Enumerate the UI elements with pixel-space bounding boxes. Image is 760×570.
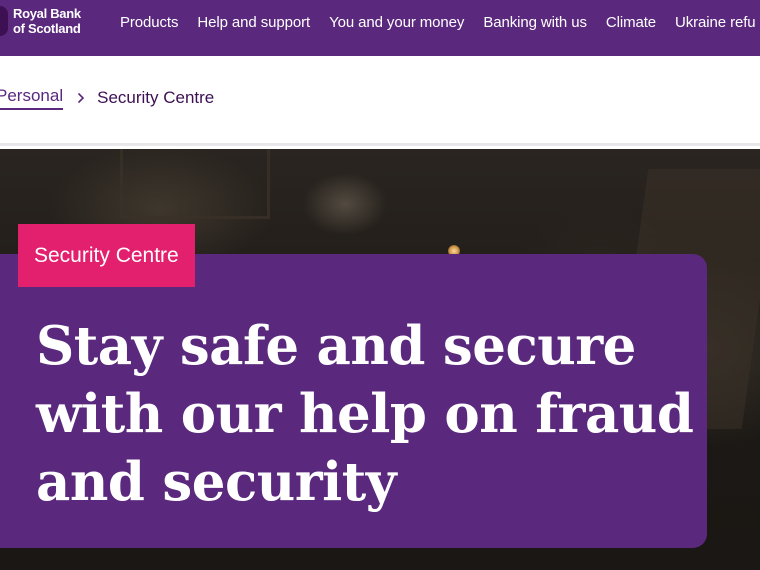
- chevron-right-icon: [77, 92, 85, 104]
- rbs-logo-link[interactable]: Royal Bank of Scotland: [0, 6, 81, 36]
- hero-banner: Security Centre Stay safe and secure wit…: [0, 149, 760, 570]
- nav-item-you-and-your-money[interactable]: You and your money: [329, 14, 464, 31]
- nav-item-products[interactable]: Products: [120, 14, 179, 31]
- nav-item-help-and-support[interactable]: Help and support: [197, 14, 310, 31]
- breadcrumb: Personal Security Centre: [0, 56, 760, 146]
- hero-background-frame: [120, 149, 270, 219]
- hero-title: Stay safe and secure with our help on fr…: [36, 315, 694, 513]
- main-nav-list: Products Help and support You and your m…: [120, 0, 760, 46]
- nav-item-ukraine-refugees[interactable]: Ukraine refu: [675, 14, 756, 31]
- rbs-logo-icon: [0, 6, 8, 36]
- breadcrumb-personal-link[interactable]: Personal: [0, 86, 64, 110]
- hero-tag-label: Security Centre: [18, 224, 195, 287]
- brand-line-2: of Scotland: [13, 21, 81, 36]
- hero-card: Stay safe and secure with our help on fr…: [0, 254, 707, 548]
- breadcrumb-current: Security Centre: [97, 88, 215, 107]
- top-navigation: Royal Bank of Scotland Products Help and…: [0, 0, 760, 56]
- brand-line-1: Royal Bank: [13, 6, 81, 21]
- nav-item-climate[interactable]: Climate: [606, 14, 656, 31]
- nav-item-banking-with-us[interactable]: Banking with us: [483, 14, 587, 31]
- breadcrumb-trail: Personal Security Centre: [0, 86, 214, 110]
- brand-name: Royal Bank of Scotland: [13, 6, 81, 36]
